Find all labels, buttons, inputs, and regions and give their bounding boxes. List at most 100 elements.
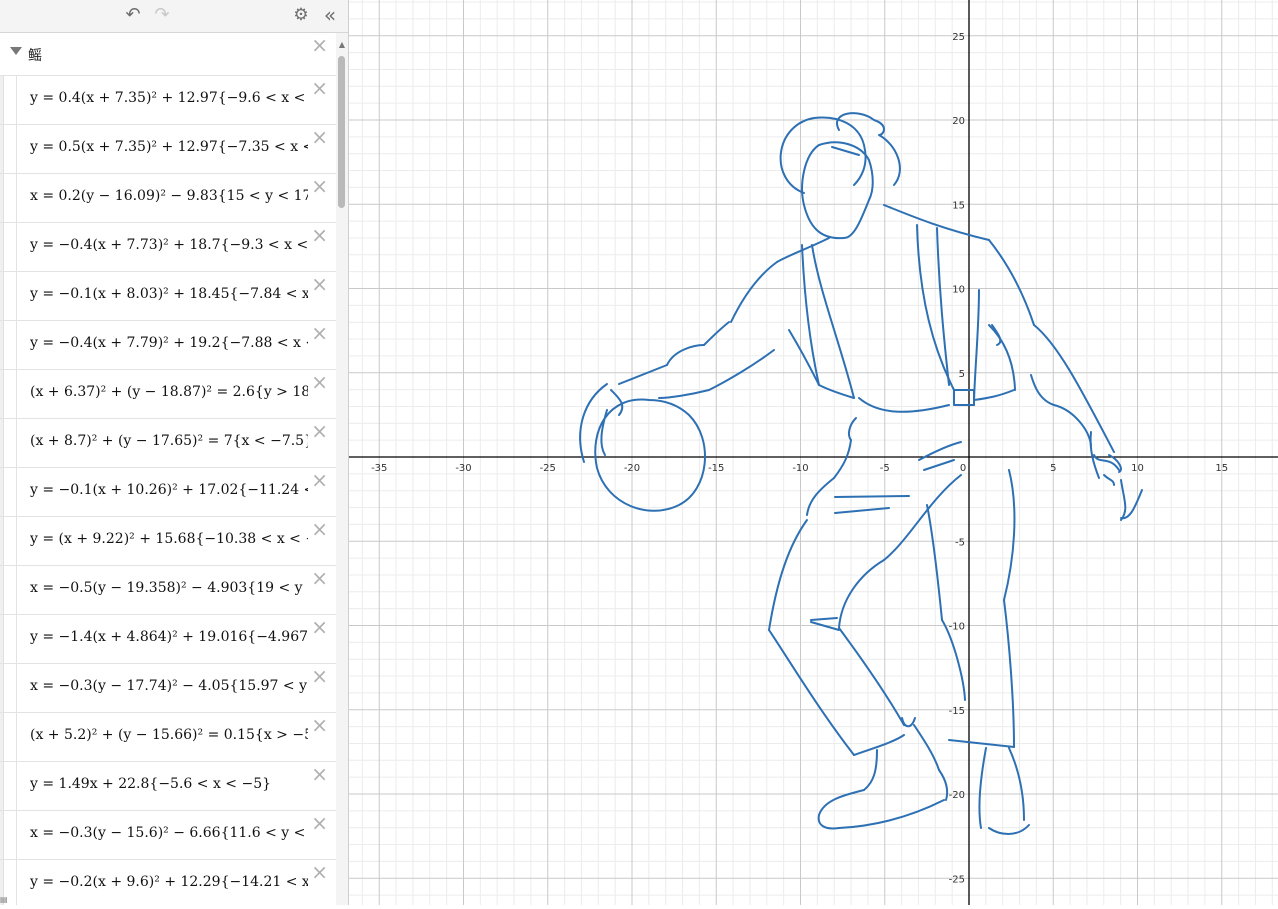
expression-input[interactable]: y = 0.4(x + 7.35)² + 12.97{−9.6 < x < −7 bbox=[30, 90, 308, 106]
expression-divider bbox=[16, 223, 17, 271]
close-icon[interactable]: × bbox=[311, 862, 328, 882]
folder-title[interactable]: 鳐 bbox=[28, 45, 42, 65]
expression-divider bbox=[16, 713, 17, 761]
expression-divider bbox=[16, 125, 17, 173]
close-icon[interactable]: × bbox=[311, 372, 328, 392]
expression-divider bbox=[16, 860, 17, 905]
expression-row[interactable]: x = 0.2(y − 16.09)² − 9.83{15 < y < 17.6… bbox=[0, 174, 336, 223]
scroll-up-icon[interactable]: ▲ bbox=[336, 40, 348, 49]
expression-row[interactable]: y = 0.4(x + 7.35)² + 12.97{−9.6 < x < −7… bbox=[0, 76, 336, 125]
expression-drag-handle[interactable] bbox=[0, 321, 4, 369]
expression-input[interactable]: y = 0.5(x + 7.35)² + 12.97{−7.35 < x < − bbox=[30, 139, 308, 155]
undo-icon[interactable]: ↶ bbox=[122, 4, 144, 26]
y-tick-label: 25 bbox=[952, 32, 965, 43]
expression-row[interactable]: y = −0.1(x + 10.26)² + 17.02{−11.24 < x × bbox=[0, 468, 336, 517]
expression-divider bbox=[16, 419, 17, 467]
expression-row[interactable]: (x + 8.7)² + (y − 17.65)² = 7{x < −7.5} × bbox=[0, 419, 336, 468]
close-icon[interactable]: × bbox=[311, 568, 328, 588]
expression-drag-handle[interactable] bbox=[0, 664, 4, 712]
expression-drag-handle[interactable] bbox=[0, 615, 4, 663]
expression-input[interactable]: (x + 6.37)² + (y − 18.87)² = 2.6{y > 18.… bbox=[30, 384, 308, 400]
close-icon[interactable]: × bbox=[311, 323, 328, 343]
expression-drag-handle[interactable] bbox=[0, 468, 4, 516]
curve bbox=[863, 749, 878, 791]
close-icon[interactable]: × bbox=[311, 176, 328, 196]
expression-panel: ↶ ↷ ⚙ « 鳐 × y = 0.4(x + 7.35)² + 12.97{−… bbox=[0, 0, 349, 905]
close-icon[interactable]: × bbox=[311, 617, 328, 637]
expression-input[interactable]: y = −0.1(x + 10.26)² + 17.02{−11.24 < x bbox=[30, 482, 308, 498]
expression-input[interactable]: x = −0.3(y − 17.74)² − 4.05{15.97 < y < bbox=[30, 678, 308, 694]
curve bbox=[973, 289, 980, 406]
keypad-icon[interactable]: ▤ bbox=[0, 895, 12, 905]
expression-row[interactable]: y = 0.5(x + 7.35)² + 12.97{−7.35 < x < −… bbox=[0, 125, 336, 174]
expression-input[interactable]: y = 1.49x + 22.8{−5.6 < x < −5} bbox=[30, 776, 308, 792]
close-icon[interactable]: × bbox=[311, 666, 328, 686]
collapse-panel-icon[interactable]: « bbox=[318, 4, 342, 26]
x-tick-label: -20 bbox=[624, 463, 640, 474]
expression-input[interactable]: y = −0.4(x + 7.73)² + 18.7{−9.3 < x < − bbox=[30, 237, 308, 253]
expression-row[interactable]: x = −0.5(y − 19.358)² − 4.903{19 < y < × bbox=[0, 566, 336, 615]
folder-header[interactable]: 鳐 × bbox=[0, 33, 336, 76]
expression-input[interactable]: y = (x + 9.22)² + 15.68{−10.38 < x < −9 bbox=[30, 531, 308, 547]
expression-row[interactable]: y = (x + 9.22)² + 15.68{−10.38 < x < −9 × bbox=[0, 517, 336, 566]
expression-drag-handle[interactable] bbox=[0, 272, 4, 320]
scrollbar-thumb[interactable] bbox=[338, 56, 345, 208]
expression-row[interactable]: y = −0.2(x + 9.6)² + 12.29{−14.21 < x < × bbox=[0, 860, 336, 905]
expression-row[interactable]: y = −0.4(x + 7.79)² + 19.2{−7.88 < x < −… bbox=[0, 321, 336, 370]
curve bbox=[806, 477, 835, 516]
close-icon[interactable]: × bbox=[311, 127, 328, 147]
expression-row[interactable]: (x + 6.37)² + (y − 18.87)² = 2.6{y > 18.… bbox=[0, 370, 336, 419]
expression-input[interactable]: y = −0.1(x + 8.03)² + 18.45{−7.84 < x < bbox=[30, 286, 308, 302]
curve bbox=[1008, 747, 1025, 821]
expression-input[interactable]: (x + 5.2)² + (y − 15.66)² = 0.15{x > −5. bbox=[30, 727, 308, 743]
expression-divider bbox=[16, 174, 17, 222]
expression-divider bbox=[16, 370, 17, 418]
expression-row[interactable]: x = −0.3(y − 17.74)² − 4.05{15.97 < y < × bbox=[0, 664, 336, 713]
curve bbox=[618, 364, 668, 385]
expression-input[interactable]: y = −0.4(x + 7.79)² + 19.2{−7.88 < x < − bbox=[30, 335, 308, 351]
expression-row[interactable]: y = −0.1(x + 8.03)² + 18.45{−7.84 < x < × bbox=[0, 272, 336, 321]
x-tick-label: 5 bbox=[1050, 463, 1056, 474]
expression-drag-handle[interactable] bbox=[0, 419, 4, 467]
expression-row[interactable]: (x + 5.2)² + (y − 15.66)² = 0.15{x > −5.… bbox=[0, 713, 336, 762]
close-icon[interactable]: × bbox=[311, 470, 328, 490]
curve bbox=[988, 324, 1016, 391]
expression-drag-handle[interactable] bbox=[0, 76, 4, 124]
close-icon[interactable]: × bbox=[311, 274, 328, 294]
expression-row[interactable]: y = −1.4(x + 4.864)² + 19.016{−4.967 < × bbox=[0, 615, 336, 664]
expression-drag-handle[interactable] bbox=[0, 517, 4, 565]
folder-toggle-icon[interactable] bbox=[10, 47, 22, 55]
close-icon[interactable]: × bbox=[311, 715, 328, 735]
x-tick-label: -15 bbox=[708, 463, 724, 474]
close-icon[interactable]: × bbox=[311, 813, 328, 833]
expression-drag-handle[interactable] bbox=[0, 174, 4, 222]
close-icon[interactable]: × bbox=[311, 78, 328, 98]
close-icon[interactable]: × bbox=[311, 225, 328, 245]
expression-drag-handle[interactable] bbox=[0, 762, 4, 810]
close-icon[interactable]: × bbox=[311, 421, 328, 441]
close-icon[interactable]: × bbox=[311, 764, 328, 784]
redo-icon[interactable]: ↷ bbox=[151, 4, 173, 26]
expression-input[interactable]: (x + 8.7)² + (y − 17.65)² = 7{x < −7.5} bbox=[30, 433, 308, 449]
expression-row[interactable]: x = −0.3(y − 15.6)² − 6.66{11.6 < y < 13… bbox=[0, 811, 336, 860]
expression-input[interactable]: y = −0.2(x + 9.6)² + 12.29{−14.21 < x < bbox=[30, 874, 308, 890]
expression-drag-handle[interactable] bbox=[0, 370, 4, 418]
close-icon[interactable]: × bbox=[311, 519, 328, 539]
expression-drag-handle[interactable] bbox=[0, 566, 4, 614]
expression-drag-handle[interactable] bbox=[0, 713, 4, 761]
expression-row[interactable]: y = −0.4(x + 7.73)² + 18.7{−9.3 < x < − × bbox=[0, 223, 336, 272]
expression-drag-handle[interactable] bbox=[0, 811, 4, 859]
gear-icon[interactable]: ⚙ bbox=[291, 4, 311, 26]
curve bbox=[926, 504, 943, 621]
graph-paper[interactable]: -35 -30 -25 -20 -15 -10 -5 0 5 10 15 25 20 15 10 5 -5 -10… bbox=[349, 0, 1278, 905]
expression-input[interactable]: x = −0.5(y − 19.358)² − 4.903{19 < y < bbox=[30, 580, 308, 596]
curve bbox=[610, 389, 624, 416]
expression-drag-handle[interactable] bbox=[0, 125, 4, 173]
expression-input[interactable]: x = 0.2(y − 16.09)² − 9.83{15 < y < 17.6… bbox=[30, 188, 308, 204]
expression-input[interactable]: x = −0.3(y − 15.6)² − 6.66{11.6 < y < 13 bbox=[30, 825, 308, 841]
expression-drag-handle[interactable] bbox=[0, 223, 4, 271]
expression-row[interactable]: y = 1.49x + 22.8{−5.6 < x < −5} × bbox=[0, 762, 336, 811]
close-icon[interactable]: × bbox=[311, 35, 328, 55]
expression-input[interactable]: y = −1.4(x + 4.864)² + 19.016{−4.967 < bbox=[30, 629, 308, 645]
y-tick-label: -5 bbox=[955, 537, 965, 548]
